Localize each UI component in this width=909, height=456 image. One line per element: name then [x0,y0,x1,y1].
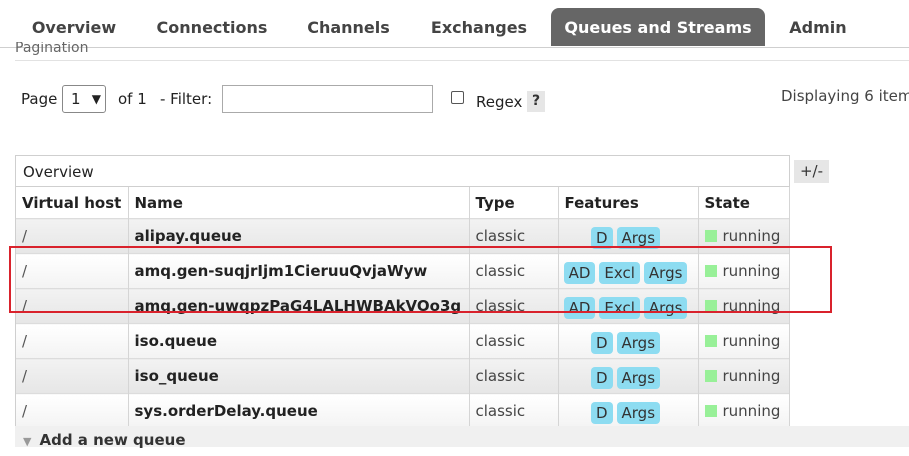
state-cell: running [698,253,790,289]
table-row[interactable]: / amq.gen-uwqpzPaG4LALHWBAkVOo3g classic… [16,288,790,324]
queue-name-link[interactable]: alipay.queue [128,218,470,254]
table-row[interactable]: / iso.queue classic D Args running [16,323,790,359]
filter-label: - Filter: [160,90,213,108]
main-nav: Overview Connections Channels Exchanges … [0,0,909,48]
tab-channels[interactable]: Channels [297,8,400,46]
page-label: Page [21,90,58,108]
feature-badge: Excl [599,296,640,319]
vhost-cell: / [16,393,129,428]
tab-exchanges[interactable]: Exchanges [418,8,540,46]
features-cell: D Args [558,323,699,359]
running-status-icon [704,370,717,382]
features-cell: D Args [558,358,699,394]
feature-badge: D [590,226,613,249]
running-status-icon [704,300,717,312]
tab-overview[interactable]: Overview [14,8,134,46]
feature-badge: Args [616,226,661,249]
header-state[interactable]: State [698,187,790,219]
feature-badge: Args [643,296,688,319]
feature-badge: Args [643,261,688,284]
pagination-section-title: Pagination [15,42,909,61]
type-cell: classic [469,288,559,324]
queue-name-link[interactable]: sys.orderDelay.queue [128,393,470,428]
table-row[interactable]: / amq.gen-suqjrIjm1CieruuQvjaWyw classic… [16,253,790,289]
header-type[interactable]: Type [469,187,559,219]
table-caption: Overview [16,156,789,187]
type-cell: classic [469,253,559,289]
queue-name-link[interactable]: iso.queue [128,323,470,359]
triangle-down-icon: ▼ [23,435,32,448]
vhost-cell: / [16,253,129,289]
page-select[interactable]: 1 ▼ [62,85,106,113]
running-status-icon [704,405,717,417]
table-row[interactable]: / sys.orderDelay.queue classic D Args run… [16,393,790,428]
regex-help-button[interactable]: ? [527,91,545,112]
feature-badge: Args [616,366,661,389]
page-select-value: 1 [71,90,81,108]
queue-name-link[interactable]: amq.gen-uwqpzPaG4LALHWBAkVOo3g [128,288,470,324]
displaying-count: Displaying 6 items [781,87,909,105]
feature-badge: Args [616,331,661,354]
vhost-cell: / [16,288,129,324]
page-count-label: of 1 [118,90,147,108]
feature-badge: Excl [599,261,640,284]
features-cell: AD Excl Args [558,288,699,324]
vhost-cell: / [16,358,129,394]
toggle-columns-button[interactable]: +/- [794,160,829,183]
table-row[interactable]: / alipay.queue classic D Args running [16,218,790,254]
state-cell: running [698,288,790,324]
table-header-row: Virtual host Name Type Features State [16,187,790,219]
tab-admin[interactable]: Admin [776,8,860,46]
feature-badge: AD [563,296,596,319]
type-cell: classic [469,218,559,254]
add-queue-section[interactable]: ▼ Add a new queue [15,426,909,449]
header-features[interactable]: Features [558,187,699,219]
type-cell: classic [469,393,559,428]
tab-connections[interactable]: Connections [144,8,280,46]
features-cell: D Args [558,218,699,254]
tab-queues-and-streams[interactable]: Queues and Streams [551,8,765,46]
features-cell: D Args [558,393,699,428]
regex-checkbox[interactable] [451,91,464,104]
queue-name-link[interactable]: amq.gen-suqjrIjm1CieruuQvjaWyw [128,253,470,289]
running-status-icon [704,265,717,277]
state-cell: running [698,218,790,254]
chevron-down-icon: ▼ [91,92,101,106]
state-text: running [722,227,781,245]
feature-badge: D [590,401,613,424]
state-text: running [722,262,781,280]
queue-name-link[interactable]: iso_queue [128,358,470,394]
type-cell: classic [469,358,559,394]
queues-table: Virtual host Name Type Features State / … [16,187,790,428]
state-text: running [722,332,781,350]
state-text: running [722,367,781,385]
feature-badge: AD [563,261,596,284]
state-text: running [722,402,781,420]
queues-table-container: Overview Virtual host Name Type Features… [15,155,790,429]
features-cell: AD Excl Args [558,253,699,289]
state-cell: running [698,323,790,359]
feature-badge: D [590,331,613,354]
regex-label: Regex [476,93,523,111]
filter-input[interactable] [222,85,433,113]
feature-badge: D [590,366,613,389]
add-queue-label: Add a new queue [39,431,186,449]
state-cell: running [698,358,790,394]
vhost-cell: / [16,323,129,359]
state-cell: running [698,393,790,428]
type-cell: classic [469,323,559,359]
header-virtual-host[interactable]: Virtual host [16,187,129,219]
table-row[interactable]: / iso_queue classic D Args running [16,358,790,394]
running-status-icon [704,230,717,242]
state-text: running [722,297,781,315]
running-status-icon [704,335,717,347]
vhost-cell: / [16,218,129,254]
header-name[interactable]: Name [128,187,470,219]
feature-badge: Args [616,401,661,424]
